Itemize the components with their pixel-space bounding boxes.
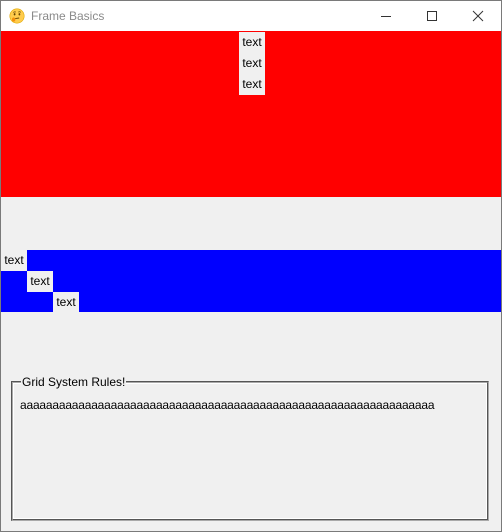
blue-frame-label-1: text bbox=[1, 250, 27, 271]
red-frame-label-1: text bbox=[239, 32, 265, 53]
title-bar[interactable]: Frame Basics bbox=[1, 1, 501, 31]
blue-frame-label-2: text bbox=[27, 271, 53, 292]
minimize-button[interactable] bbox=[363, 1, 409, 31]
window-title: Frame Basics bbox=[31, 9, 105, 23]
labelframe-content-label: aaaaaaaaaaaaaaaaaaaaaaaaaaaaaaaaaaaaaaaa… bbox=[20, 398, 435, 412]
maximize-icon bbox=[427, 11, 437, 21]
blue-frame: text text text bbox=[1, 250, 501, 313]
close-icon bbox=[472, 10, 484, 22]
blue-frame-label-3: text bbox=[53, 292, 79, 313]
close-button[interactable] bbox=[455, 1, 501, 31]
grid-rules-labelframe: Grid System Rules! aaaaaaaaaaaaaaaaaaaaa… bbox=[11, 375, 489, 521]
app-window: Frame Basics text text text text text te… bbox=[0, 0, 502, 532]
red-frame-label-2: text bbox=[239, 53, 265, 74]
maximize-button[interactable] bbox=[409, 1, 455, 31]
red-frame-label-3: text bbox=[239, 74, 265, 95]
labelframe-title: Grid System Rules! bbox=[21, 375, 127, 389]
thinking-face-emoji-icon bbox=[9, 8, 25, 24]
minimize-icon bbox=[381, 16, 391, 17]
red-frame: text text text bbox=[1, 31, 501, 197]
